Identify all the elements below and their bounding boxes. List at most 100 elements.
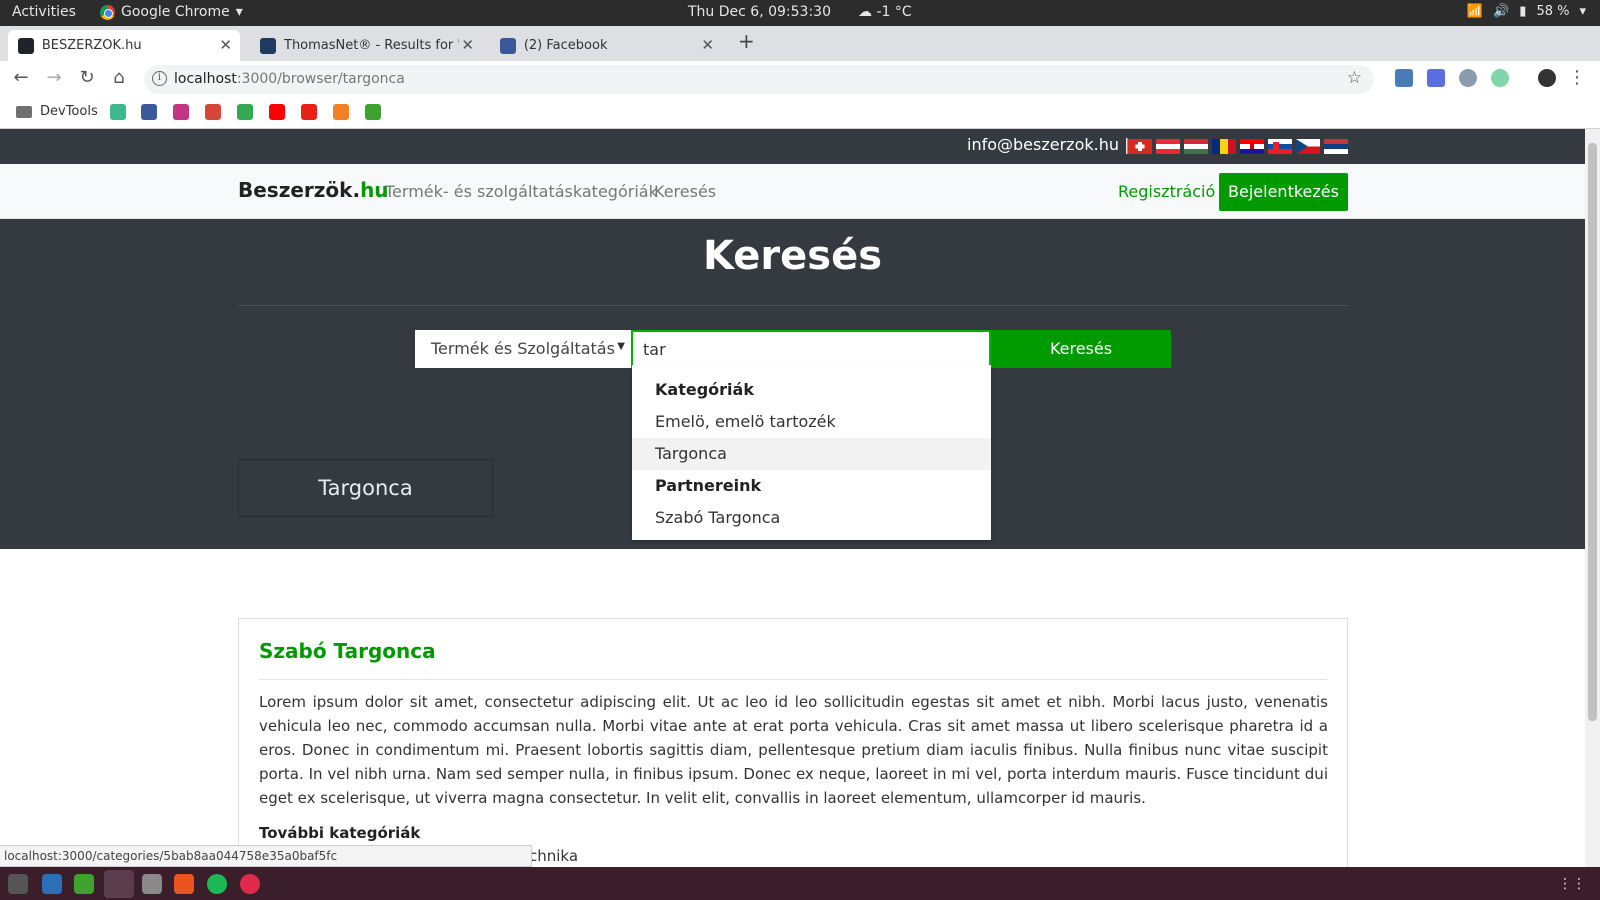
close-icon[interactable]: ✕ <box>461 36 474 54</box>
bookmark-instagram-icon[interactable] <box>173 104 189 120</box>
address-url[interactable]: localhost:3000/browser/targonca <box>174 71 405 87</box>
battery-icon: ▮ <box>1519 4 1527 19</box>
folder-icon <box>16 105 32 118</box>
volume-icon: 🔊 <box>1493 4 1510 19</box>
flag-romania-icon[interactable] <box>1212 139 1236 154</box>
react-icon <box>18 37 34 54</box>
spotify-icon[interactable] <box>207 874 227 894</box>
grammar-icon[interactable] <box>1491 69 1509 87</box>
nav-search[interactable]: Keresés <box>654 182 716 201</box>
flag-czech-icon[interactable] <box>1296 139 1320 154</box>
category-card[interactable]: Targonca <box>238 459 493 517</box>
flag-slovakia-icon[interactable] <box>1268 139 1292 154</box>
chrome-dock-icon[interactable] <box>104 870 134 898</box>
clock[interactable]: Thu Dec 6, 09:53:30 <box>688 4 831 20</box>
thomasnet-icon <box>260 37 276 54</box>
reload-icon[interactable]: ↻ <box>76 67 98 88</box>
bookmark-n-icon[interactable] <box>110 104 126 120</box>
bookmark-folder-devtools[interactable]: DevTools <box>16 104 98 119</box>
partner-description: Lorem ipsum dolor sit amet, consectetur … <box>259 693 1328 807</box>
search-input[interactable]: tar <box>631 330 991 368</box>
app-menu[interactable]: Google Chrome ▾ <box>100 4 243 20</box>
contact-email[interactable]: info@beszerzok.hu | <box>967 135 1129 154</box>
bookmark-maps-icon[interactable] <box>237 104 253 120</box>
search-type-select[interactable]: Termék és Szolgáltatás ▼ <box>415 330 631 368</box>
system-top-bar: Activities Google Chrome ▾ Thu Dec 6, 09… <box>0 0 1600 26</box>
music-icon[interactable] <box>240 874 260 894</box>
wifi-icon: 📶 <box>1466 4 1484 19</box>
nav-categories[interactable]: Termék- és szolgáltatáskategóriák <box>385 182 658 201</box>
chevron-down-icon: ▾ <box>1579 4 1586 19</box>
translate-icon[interactable] <box>1427 69 1445 87</box>
page-scrollbar[interactable] <box>1585 129 1600 867</box>
close-icon[interactable]: ✕ <box>219 36 232 54</box>
forward-icon[interactable]: → <box>43 67 65 88</box>
extension-icon[interactable] <box>1395 69 1413 87</box>
facebook-icon <box>500 37 516 54</box>
search-suggestions: Kategóriák Emelö, emelö tartozék Targonc… <box>632 365 991 540</box>
tab-beszerzok[interactable]: BESZERZÖK.hu ✕ <box>8 30 240 61</box>
flag-switzerland-icon[interactable] <box>1128 139 1152 154</box>
tab-thomasnet[interactable]: ThomasNet® - Results for "fo ✕ <box>250 30 482 61</box>
suggestion-header-categories: Kategóriák <box>655 380 754 399</box>
app-menu-label: Google Chrome <box>121 4 230 20</box>
weather[interactable]: ☁ -1 °C <box>858 4 912 20</box>
flag-hungary-icon[interactable] <box>1184 139 1208 154</box>
flag-croatia-icon[interactable] <box>1240 139 1264 154</box>
divider <box>259 679 1327 680</box>
tab-facebook[interactable]: (2) Facebook ✕ <box>490 30 722 61</box>
bookmark-youtube-icon[interactable] <box>269 104 285 120</box>
infinity-icon[interactable] <box>1459 69 1477 87</box>
bookmarks-bar: DevTools <box>0 97 1600 129</box>
terminal-icon[interactable] <box>8 874 28 894</box>
partner-name[interactable]: Szabó Targonca <box>259 639 436 663</box>
files-icon[interactable] <box>142 874 162 894</box>
chevron-down-icon: ▼ <box>617 341 625 352</box>
partner-card: Szabó Targonca Lorem ipsum dolor sit ame… <box>238 618 1348 867</box>
activities-button[interactable]: Activities <box>12 4 76 20</box>
chevron-down-icon: ▾ <box>235 4 243 20</box>
system-tray[interactable]: 📶 🔊 ▮ 58 % ▾ <box>1467 4 1586 19</box>
site-brand[interactable]: Beszerzök.hu <box>238 178 389 202</box>
apps-grid-icon[interactable]: ⋮⋮ <box>1558 876 1586 892</box>
close-icon[interactable]: ✕ <box>701 36 714 54</box>
back-icon[interactable]: ← <box>10 67 32 88</box>
bookmark-android-icon[interactable] <box>365 104 381 120</box>
tab-title: BESZERZÖK.hu <box>41 38 142 53</box>
dock: ⋮⋮ <box>0 867 1600 900</box>
bookmark-gmail-icon[interactable] <box>205 104 221 120</box>
new-tab-icon[interactable]: + <box>738 29 755 53</box>
bookmark-facebook-icon[interactable] <box>141 104 157 120</box>
suggestion-item[interactable]: Szabó Targonca <box>632 502 991 534</box>
contact-strip: info@beszerzok.hu | <box>0 129 1585 164</box>
page-title: Keresés <box>702 233 883 279</box>
suggestion-header-partners: Partnereink <box>655 476 762 495</box>
browser-toolbar: ← → ↻ ⌂ i localhost:3000/browser/targonc… <box>0 61 1600 97</box>
site-navbar: Beszerzök.hu Termék- és szolgáltatáskate… <box>0 164 1585 219</box>
web-page: info@beszerzok.hu | Beszerzök.hu Termék-… <box>0 129 1585 867</box>
flag-austria-icon[interactable] <box>1156 139 1180 154</box>
android-studio-icon[interactable] <box>74 874 94 894</box>
suggestion-item[interactable]: Emelö, emelö tartozék <box>632 406 991 438</box>
software-icon[interactable] <box>174 874 194 894</box>
profile-avatar[interactable] <box>1538 69 1556 87</box>
info-icon[interactable]: i <box>152 71 167 86</box>
home-icon[interactable]: ⌂ <box>108 67 130 88</box>
bookmark-star-icon[interactable]: ☆ <box>1347 68 1362 88</box>
suggestion-item[interactable]: Targonca <box>632 438 991 470</box>
login-button[interactable]: Bejelentkezés <box>1219 173 1348 211</box>
scrollbar-thumb[interactable] <box>1588 143 1597 721</box>
vscode-icon[interactable] <box>42 874 62 894</box>
bookmark-stackoverflow-icon[interactable] <box>333 104 349 120</box>
address-bar[interactable]: i localhost:3000/browser/targonca ☆ <box>144 65 1374 94</box>
tab-title: ThomasNet® - Results for "fo <box>284 38 459 53</box>
menu-icon[interactable]: ⋮ <box>1566 67 1588 88</box>
flag-serbia-icon[interactable] <box>1324 139 1348 154</box>
battery-level: 58 % <box>1536 4 1570 19</box>
register-link[interactable]: Regisztráció <box>1118 182 1215 201</box>
tab-strip: BESZERZÖK.hu ✕ ThomasNet® - Results for … <box>0 26 1600 61</box>
search-button[interactable]: Keresés <box>991 330 1171 368</box>
divider <box>238 305 1348 306</box>
more-category-item[interactable]: chnika <box>529 847 578 865</box>
bookmark-t-icon[interactable] <box>301 104 317 120</box>
